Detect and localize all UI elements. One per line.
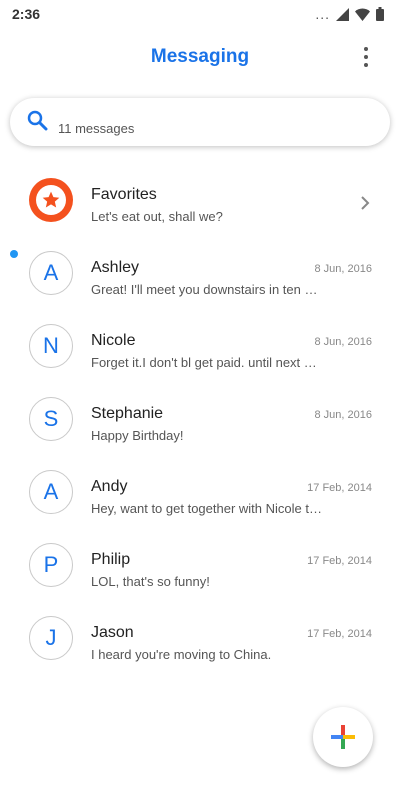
favorites-avatar (29, 178, 73, 222)
plus-icon (331, 725, 355, 749)
app-bar: Messaging (0, 36, 400, 80)
conversation-name: Andy (91, 478, 128, 495)
conversation-list: Favorites Let's eat out, shall we? A Ash… (0, 168, 400, 679)
conversation-stephanie[interactable]: S Stephanie Happy Birthday! 8 Jun, 2016 (0, 387, 400, 460)
conversation-ashley[interactable]: A Ashley Great! I'll meet you downstairs… (0, 241, 400, 314)
conversation-andy[interactable]: A Andy Hey, want to get together with Ni… (0, 460, 400, 533)
conversation-preview: Forget it.I don't bl get paid. until nex… (91, 355, 323, 370)
conversation-preview: Hey, want to get together with Nicole to… (91, 501, 323, 516)
conversation-preview: Happy Birthday! (91, 428, 184, 443)
overflow-menu-icon[interactable] (358, 44, 374, 70)
battery-icon (376, 7, 384, 21)
conversation-date: 8 Jun, 2016 (314, 336, 373, 348)
conversation-name: Ashley (91, 259, 140, 276)
conversation-philip[interactable]: P Philip LOL, that's so funny! 17 Feb, 2… (0, 533, 400, 606)
conversation-date: 17 Feb, 2014 (307, 628, 372, 640)
conversation-date: 17 Feb, 2014 (307, 482, 372, 494)
conversation-favorites[interactable]: Favorites Let's eat out, shall we? (0, 168, 400, 241)
conversation-preview: Let's eat out, shall we? (91, 209, 223, 224)
avatar: J (29, 616, 73, 660)
conversation-preview: I heard you're moving to China. (91, 647, 272, 662)
avatar: A (29, 251, 73, 295)
avatar: N (29, 324, 73, 368)
conversation-date: 8 Jun, 2016 (314, 409, 373, 421)
search-input[interactable]: 11 messages (58, 121, 134, 136)
status-icons: ... (315, 7, 384, 21)
star-icon (42, 191, 60, 208)
notification-dots: ... (315, 6, 330, 22)
conversation-preview: LOL, that's so funny! (91, 574, 210, 589)
conversation-name: Jason (91, 624, 134, 641)
avatar: A (29, 470, 73, 514)
conversation-jason[interactable]: J Jason I heard you're moving to China. … (0, 606, 400, 679)
conversation-name: Favorites (91, 186, 157, 203)
wifi-icon (355, 8, 370, 21)
chevron-right-icon (361, 196, 370, 210)
status-time: 2:36 (12, 6, 41, 22)
search-box[interactable]: 11 messages (10, 98, 390, 146)
app-title: Messaging (150, 46, 250, 67)
status-bar: 2:36 ... (0, 0, 400, 28)
conversation-name: Stephanie (91, 405, 164, 422)
conversation-date: 17 Feb, 2014 (307, 555, 372, 567)
avatar: S (29, 397, 73, 441)
conversation-name: Nicole (91, 332, 136, 349)
conversation-name: Philip (91, 551, 131, 568)
avatar: P (29, 543, 73, 587)
new-conversation-button[interactable] (313, 707, 373, 767)
cell-signal-icon (336, 7, 349, 21)
search-icon (27, 110, 48, 131)
conversation-date: 8 Jun, 2016 (314, 263, 373, 275)
conversation-preview: Great! I'll meet you downstairs in ten m… (91, 282, 323, 297)
conversation-nicole[interactable]: N Nicole Forget it.I don't bl get paid. … (0, 314, 400, 387)
